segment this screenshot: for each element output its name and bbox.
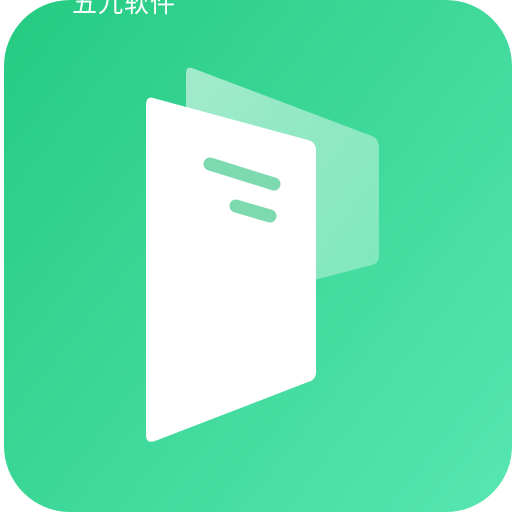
app-name-caption: 五九软件: [72, 0, 177, 18]
app-icon[interactable]: [0, 0, 512, 512]
app-icon-canvas: 五九软件: [0, 0, 512, 512]
